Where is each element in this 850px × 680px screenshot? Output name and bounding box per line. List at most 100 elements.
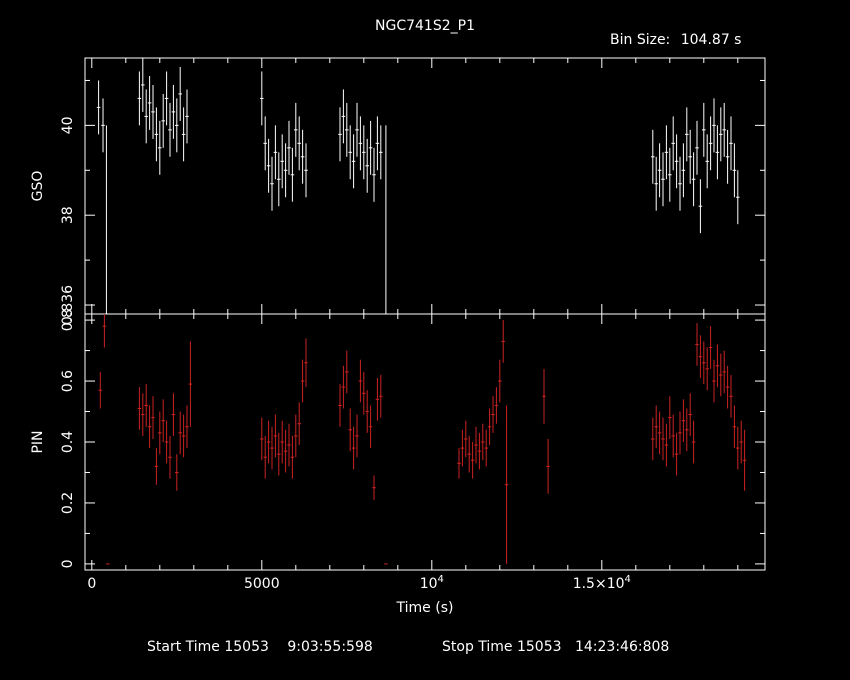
data-point — [96, 80, 101, 135]
data-point — [654, 156, 658, 211]
data-point — [719, 107, 723, 162]
bin-size-label: Bin Size: 104.87 s — [610, 32, 741, 48]
data-point — [362, 371, 366, 415]
data-point — [290, 147, 295, 202]
data-point — [287, 120, 291, 175]
data-point — [708, 116, 713, 171]
x-tick-label-base: 5000 — [244, 576, 280, 592]
data-point — [379, 125, 383, 180]
data-point — [722, 350, 726, 394]
data-point — [101, 98, 105, 153]
data-point — [678, 411, 682, 455]
data-point — [678, 156, 682, 211]
data-point — [141, 393, 145, 436]
data-point — [263, 116, 267, 171]
data-point — [484, 429, 488, 467]
data-point — [178, 411, 182, 455]
data-point — [345, 350, 349, 394]
data-point — [355, 102, 359, 157]
data-point — [147, 75, 152, 130]
data-point — [685, 107, 689, 162]
data-point — [141, 58, 145, 112]
stop-time-label-text: Stop Time 15053 — [442, 639, 562, 655]
data-point — [290, 435, 295, 479]
data-point — [651, 129, 655, 184]
y-tick-label: 38 — [60, 206, 76, 224]
data-point — [266, 138, 271, 193]
data-point — [304, 143, 308, 198]
start-time-label-text: Start Time 15053 — [147, 639, 269, 655]
gso-panel: 40380.836GSO — [30, 57, 766, 325]
data-point — [158, 411, 162, 455]
data-point — [657, 143, 662, 198]
data-point — [736, 170, 740, 225]
data-point — [384, 125, 388, 315]
y-tick-label: 0.8 — [60, 309, 76, 331]
data-point — [702, 341, 706, 385]
stop-time-label: Stop Time 15053 14:23:46:808 — [442, 639, 669, 655]
data-point — [304, 338, 308, 388]
data-point — [341, 89, 346, 144]
data-point — [712, 359, 716, 403]
data-point — [375, 116, 380, 171]
data-point — [283, 143, 288, 198]
x-tick-label-base: 10 — [420, 576, 438, 592]
data-point — [185, 89, 189, 144]
data-point — [481, 423, 485, 461]
data-point — [362, 125, 366, 180]
data-point — [151, 84, 155, 139]
data-point — [294, 102, 298, 157]
data-point — [168, 102, 172, 157]
data-point — [654, 405, 658, 449]
data-point — [351, 134, 356, 189]
x-tick-label-exponent: 4 — [625, 574, 631, 585]
data-point — [372, 475, 376, 500]
data-point — [164, 420, 169, 464]
data-point — [368, 405, 373, 449]
data-point — [351, 426, 356, 470]
data-point — [144, 89, 148, 144]
data-point — [705, 347, 709, 391]
data-point — [181, 414, 186, 458]
data-point — [270, 156, 274, 211]
data-point — [280, 420, 284, 464]
data-point — [695, 120, 699, 175]
data-point — [688, 129, 692, 184]
data-point — [283, 429, 288, 473]
data-point — [494, 387, 499, 424]
data-point — [736, 426, 740, 470]
data-point — [171, 84, 176, 139]
x-tick-label: 104 — [420, 574, 444, 592]
stop-time-value: 14:23:46:808 — [575, 639, 669, 655]
data-point — [729, 374, 733, 418]
data-point — [702, 102, 706, 157]
data-point — [280, 134, 284, 189]
data-point — [300, 359, 305, 403]
data-point — [732, 143, 737, 198]
data-point — [270, 426, 274, 470]
data-point — [294, 414, 298, 458]
data-point — [104, 125, 109, 315]
data-point — [102, 314, 107, 348]
data-point — [375, 378, 380, 421]
x-axis-label: Time (s) — [396, 600, 454, 616]
data-point — [338, 384, 342, 427]
data-point — [501, 320, 505, 363]
data-point — [742, 429, 747, 491]
data-point — [260, 417, 264, 461]
data-point — [297, 116, 301, 171]
x-tick-label: 5000 — [244, 576, 280, 592]
data-point — [147, 405, 152, 449]
data-point — [708, 326, 713, 369]
data-point — [729, 116, 733, 171]
data-point — [732, 405, 737, 449]
bin-size-label-text: Bin Size: — [610, 32, 670, 48]
data-point — [661, 417, 665, 461]
data-point — [722, 102, 726, 157]
data-point — [691, 420, 696, 464]
y-tick-label: 0.6 — [60, 370, 76, 392]
data-point — [358, 359, 363, 403]
data-point — [688, 393, 692, 436]
data-point — [460, 429, 465, 467]
data-point — [685, 408, 689, 452]
